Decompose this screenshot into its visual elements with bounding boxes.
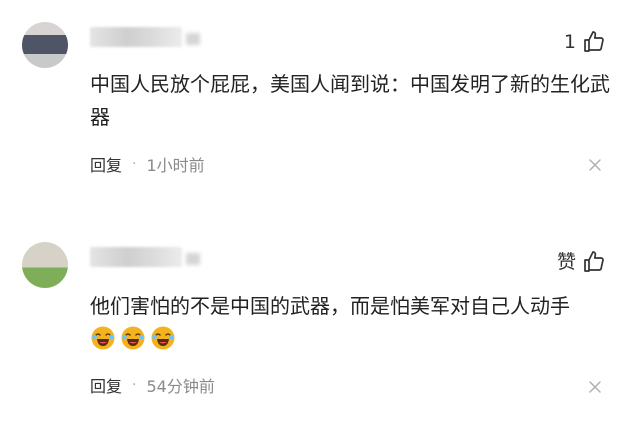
like-button[interactable]: 赞 (557, 250, 606, 274)
laughing-crying-emoji-icon (151, 326, 175, 350)
timestamp: 54分钟前 (146, 377, 215, 396)
comment-item: 1 中国人民放个屁屁，美国人闻到说：中国发明了新的生化武器 回复 · 1小时前 (0, 0, 640, 200)
comment-text: 他们害怕的不是中国的武器，而是怕美军对自己人动手 (90, 294, 570, 318)
reply-button[interactable]: 回复 (90, 152, 122, 176)
username-blurred[interactable] (90, 247, 182, 267)
avatar[interactable] (22, 242, 68, 288)
close-icon[interactable] (588, 380, 602, 394)
reply-button[interactable]: 回复 (90, 373, 122, 397)
close-icon[interactable] (588, 158, 602, 172)
thumb-up-icon (584, 31, 604, 52)
laughing-crying-emoji-icon (91, 326, 115, 350)
comment-item: 赞 他们害怕的不是中国的武器，而是怕美军对自己人动手 回复 · 54分钟前 (0, 220, 640, 430)
comment-footer: 回复 · 1小时前 (90, 152, 205, 176)
comment-text: 中国人民放个屁屁，美国人闻到说：中国发明了新的生化武器 (90, 72, 610, 129)
thumb-up-icon (584, 251, 604, 272)
like-label: 赞 (556, 251, 576, 273)
comment-footer: 回复 · 54分钟前 (90, 373, 215, 397)
separator-dot: · (132, 377, 137, 393)
username-blurred[interactable] (90, 27, 182, 47)
comment-body: 他们害怕的不是中国的武器，而是怕美军对自己人动手 (90, 290, 610, 356)
avatar[interactable] (22, 22, 68, 68)
like-count: 1 (563, 31, 576, 53)
timestamp: 1小时前 (146, 156, 205, 175)
laughing-crying-emoji-icon (121, 326, 145, 350)
like-button[interactable]: 1 (564, 30, 606, 54)
separator-dot: · (132, 156, 137, 172)
